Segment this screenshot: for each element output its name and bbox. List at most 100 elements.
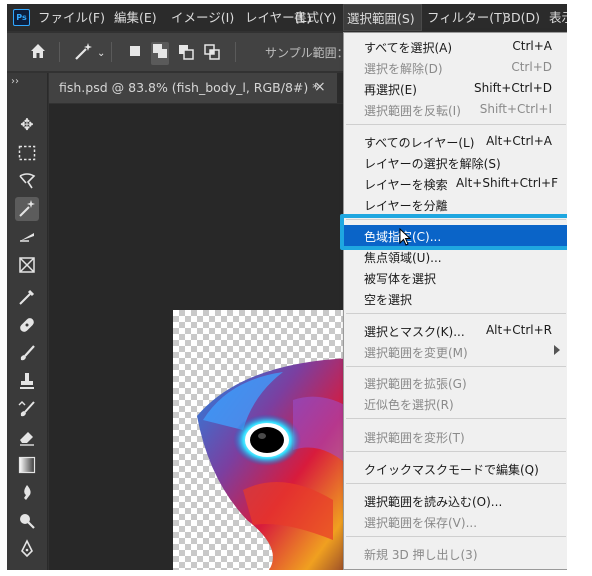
menu-item-label: 空を選択: [364, 293, 413, 307]
menu-filter[interactable]: フィルター(T): [427, 4, 507, 31]
menu-item-quick-mask[interactable]: クイックマスクモードで編集(Q): [344, 458, 567, 479]
menu-item-label: すべてを選択(A): [364, 41, 453, 55]
frame-icon[interactable]: [15, 253, 39, 277]
menu-item-shortcut: Ctrl+A: [512, 39, 552, 53]
menu-item-label: 近似色を選択(R): [364, 398, 454, 412]
blur-icon[interactable]: [15, 481, 39, 505]
menu-item-label: すべてのレイヤー(L): [364, 136, 475, 150]
pen-icon[interactable]: [15, 537, 39, 561]
menu-item-deselect-layers[interactable]: レイヤーの選択を解除(S): [344, 152, 567, 173]
menu-item-label: 焦点領域(U)...: [364, 251, 442, 265]
menu-item-label: 選択範囲を保存(V)...: [364, 516, 478, 530]
sample-size-label: サンプル範囲：: [265, 46, 349, 60]
menu-item-select-all[interactable]: すべてを選択(A) Ctrl+A: [344, 36, 567, 57]
menu-separator: [346, 536, 566, 537]
menu-separator: [346, 483, 566, 484]
menu-item-shortcut: Alt+Ctrl+A: [486, 134, 552, 148]
menu-item-new-3d-extrusion[interactable]: 新規 3D 押し出し(3): [344, 543, 567, 564]
menu-3d[interactable]: 3D(D): [503, 4, 540, 31]
magic-wand-icon[interactable]: [73, 42, 95, 67]
menu-item-deselect[interactable]: 選択を解除(D) Ctrl+D: [344, 57, 567, 78]
close-icon[interactable]: ×: [314, 79, 326, 95]
new-selection-icon[interactable]: [127, 43, 143, 64]
toolbar-collapse-toggle[interactable]: ››: [11, 76, 19, 87]
menu-item-label: レイヤーの選択を解除(S): [364, 157, 501, 171]
submenu-arrow-icon: [554, 345, 560, 355]
menu-item-load-selection[interactable]: 選択範囲を読み込む(O)...: [344, 490, 567, 511]
transparency-grid: [173, 310, 353, 570]
menu-item-grow[interactable]: 選択範囲を拡張(G): [344, 372, 567, 393]
document-tab[interactable]: fish.psd @ 83.8% (fish_body_l, RGB/8#) *…: [49, 73, 337, 103]
menu-type[interactable]: 書式(Y): [294, 4, 336, 31]
healing-brush-icon[interactable]: [15, 313, 39, 337]
menu-item-all-layers[interactable]: すべてのレイヤー(L) Alt+Ctrl+A: [344, 131, 567, 152]
eraser-icon[interactable]: [15, 425, 39, 449]
options-separator: [235, 42, 236, 62]
menu-item-label: レイヤーを検索: [364, 178, 448, 192]
menu-select[interactable]: 選択範囲(S): [343, 4, 422, 31]
menu-bar: Ps ファイル(F) 編集(E) イメージ(I) レイヤー(L) 書式(Y) 選…: [7, 4, 567, 31]
menu-view[interactable]: 表示: [549, 4, 567, 31]
menu-item-label: レイヤーを分離: [364, 199, 448, 213]
menu-item-label: 選択範囲を読み込む(O)...: [364, 495, 503, 509]
menu-item-label: 新規 3D 押し出し(3): [364, 548, 478, 562]
menu-item-isolate-layers[interactable]: レイヤーを分離: [344, 194, 567, 215]
menu-item-label: 被写体を選択: [364, 272, 437, 286]
menu-item-label: 再選択(E): [364, 83, 417, 97]
menu-item-reselect[interactable]: 再選択(E) Shift+Ctrl+D: [344, 78, 567, 99]
menu-item-label: 選択範囲を反転(I): [364, 104, 461, 118]
menu-item-label: 選択とマスク(K)...: [364, 325, 465, 339]
menu-edit[interactable]: 編集(E): [114, 4, 157, 31]
menu-separator: [346, 418, 566, 419]
photoshop-window: Ps ファイル(F) 編集(E) イメージ(I) レイヤー(L) 書式(Y) 選…: [7, 4, 567, 570]
menu-item-label: 選択範囲を拡張(G): [364, 377, 467, 391]
home-icon[interactable]: [29, 42, 47, 65]
fish-image: [197, 358, 353, 570]
history-brush-icon[interactable]: [15, 397, 39, 421]
menu-separator: [346, 313, 566, 314]
menu-item-shortcut: Ctrl+D: [511, 60, 552, 74]
menu-item-shortcut: Alt+Shift+Ctrl+F: [456, 176, 558, 190]
dodge-icon[interactable]: [15, 509, 39, 533]
gradient-icon[interactable]: [15, 453, 39, 477]
menu-item-save-selection[interactable]: 選択範囲を保存(V)...: [344, 511, 567, 532]
menu-separator: [346, 451, 566, 452]
menu-item-select-subject[interactable]: 被写体を選択: [344, 267, 567, 288]
menu-item-shortcut: Alt+Ctrl+R: [485, 323, 552, 337]
menu-item-find-layers[interactable]: レイヤーを検索 Alt+Shift+Ctrl+F: [344, 173, 567, 194]
menu-item-label: 選択範囲を変更(M): [364, 346, 468, 360]
menu-item-select-sky[interactable]: 空を選択: [344, 288, 567, 309]
add-selection-icon[interactable]: [151, 42, 169, 65]
menu-separator: [346, 366, 566, 367]
document-tab-title: fish.psd @ 83.8% (fish_body_l, RGB/8#) *: [59, 80, 319, 95]
menu-item-inverse[interactable]: 選択範囲を反転(I) Shift+Ctrl+I: [344, 99, 567, 120]
menu-image[interactable]: イメージ(I): [171, 4, 234, 31]
crop-icon[interactable]: [15, 225, 39, 249]
options-separator: [59, 42, 60, 62]
tools-panel: ›› ✥: [7, 73, 48, 570]
menu-item-transform-selection[interactable]: 選択範囲を変形(T): [344, 426, 567, 447]
eyedropper-icon[interactable]: [15, 285, 39, 309]
menu-item-similar[interactable]: 近似色を選択(R): [344, 393, 567, 414]
move-icon[interactable]: ✥: [15, 113, 39, 137]
select-menu-dropdown: すべてを選択(A) Ctrl+A 選択を解除(D) Ctrl+D 再選択(E) …: [343, 32, 567, 570]
photoshop-logo[interactable]: Ps: [13, 9, 30, 26]
menu-item-shortcut: Shift+Ctrl+I: [479, 102, 552, 116]
lasso-icon[interactable]: [15, 169, 39, 193]
brush-icon[interactable]: [15, 341, 39, 365]
highlight-callout-box: [340, 214, 567, 250]
marquee-icon[interactable]: [15, 141, 39, 165]
magic-wand-icon[interactable]: [15, 197, 39, 221]
menu-file[interactable]: ファイル(F): [38, 4, 105, 31]
menu-item-label: 選択範囲を変形(T): [364, 431, 465, 445]
clone-stamp-icon[interactable]: [15, 369, 39, 393]
subtract-selection-icon[interactable]: [177, 43, 195, 66]
options-separator: [111, 42, 112, 62]
menu-separator: [346, 124, 566, 125]
menu-item-modify[interactable]: 選択範囲を変更(M): [344, 341, 567, 362]
menu-item-label: 選択を解除(D): [364, 62, 443, 76]
menu-item-shortcut: Shift+Ctrl+D: [474, 81, 552, 95]
chevron-down-icon[interactable]: ⌄: [97, 44, 105, 64]
menu-item-select-and-mask[interactable]: 選択とマスク(K)... Alt+Ctrl+R: [344, 320, 567, 341]
intersect-selection-icon[interactable]: [203, 43, 221, 66]
